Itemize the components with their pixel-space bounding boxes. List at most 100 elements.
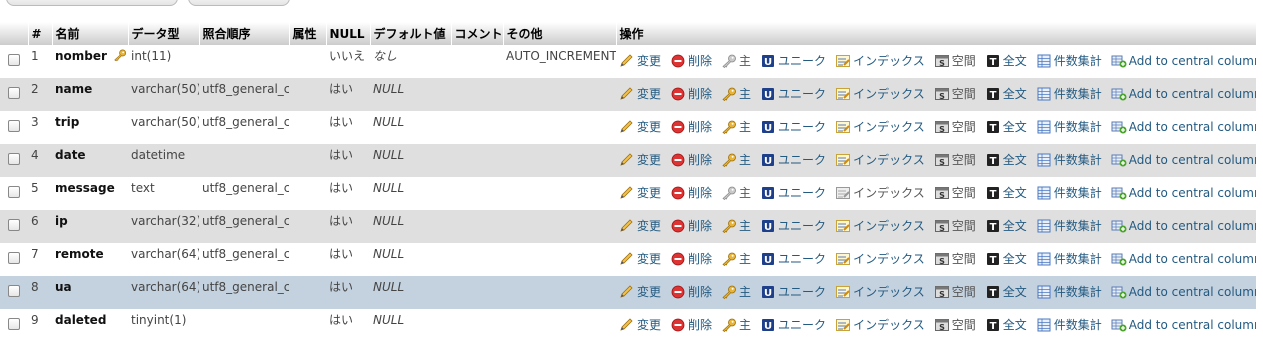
unique-button[interactable]: U ユニーク [760,283,826,300]
change-button[interactable]: 変更 [619,250,661,267]
drop-button[interactable]: 削除 [670,85,712,102]
distinct-values-button[interactable]: 件数集計 [1036,118,1102,135]
change-button[interactable]: 変更 [619,217,661,234]
fulltext-button[interactable]: T 全文 [985,85,1027,102]
drop-button[interactable]: 削除 [670,151,712,168]
distinct-values-button[interactable]: 件数集計 [1036,316,1102,333]
primary-button[interactable]: 主 [721,52,751,69]
spatial-button[interactable]: S 空間 [934,283,976,300]
spatial-button[interactable]: S 空間 [934,316,976,333]
row-checkbox[interactable] [8,285,20,297]
spatial-button[interactable]: S 空間 [934,217,976,234]
row-checkbox[interactable] [8,120,20,132]
primary-button-label: 主 [739,219,752,233]
change-button[interactable]: 変更 [619,85,661,102]
distinct-values-button[interactable]: 件数集計 [1036,151,1102,168]
drop-button[interactable]: 削除 [670,316,712,333]
primary-button[interactable]: 主 [721,184,751,201]
spatial-button[interactable]: S 空間 [934,118,976,135]
index-button[interactable]: インデックス [835,316,925,333]
drop-button[interactable]: 削除 [670,52,712,69]
distinct-values-button[interactable]: 件数集計 [1036,217,1102,234]
change-button[interactable]: 変更 [619,151,661,168]
fulltext-button[interactable]: T 全文 [985,184,1027,201]
primary-button[interactable]: 主 [721,316,751,333]
primary-button[interactable]: 主 [721,283,751,300]
index-button[interactable]: インデックス [835,217,925,234]
row-checkbox[interactable] [8,153,20,165]
fulltext-button[interactable]: T 全文 [985,217,1027,234]
spatial-button[interactable]: S 空間 [934,250,976,267]
add-to-central-columns-button[interactable]: Add to central columns [1111,318,1256,332]
index-button[interactable]: インデックス [835,283,925,300]
add-to-central-columns-button[interactable]: Add to central columns [1111,54,1256,68]
drop-button[interactable]: 削除 [670,250,712,267]
row-checkbox[interactable] [8,252,20,264]
index-button[interactable]: インデックス [835,151,925,168]
unique-button[interactable]: U ユニーク [760,316,826,333]
distinct-values-button[interactable]: 件数集計 [1036,250,1102,267]
spatial-button[interactable]: S 空間 [934,184,976,201]
primary-button[interactable]: 主 [721,85,751,102]
add-to-central-columns-button[interactable]: Add to central columns [1111,153,1256,167]
index-button[interactable]: インデックス [835,118,925,135]
primary-button[interactable]: 主 [721,217,751,234]
unique-button[interactable]: U ユニーク [760,85,826,102]
add-to-central-columns-button[interactable]: Add to central columns [1111,87,1256,101]
fulltext-button[interactable]: T 全文 [985,283,1027,300]
change-button[interactable]: 変更 [619,283,661,300]
add-to-central-columns-button[interactable]: Add to central columns [1111,285,1256,299]
unique-button[interactable]: U ユニーク [760,52,826,69]
spatial-button[interactable]: S 空間 [934,52,976,69]
row-actions-cell: 変更 削除 主 U ユニーク インデックス S 空間 T 全文 件数集計 Add to central… [616,243,1256,276]
spatial-button-label: 空間 [951,153,976,167]
primary-button[interactable]: 主 [721,250,751,267]
column-collation: utf8_general_ci [202,246,289,261]
change-button[interactable]: 変更 [619,52,661,69]
row-checkbox[interactable] [8,54,20,66]
distinct-values-button[interactable]: 件数集計 [1036,85,1102,102]
spatial-button[interactable]: S 空間 [934,151,976,168]
distinct-values-button[interactable]: 件数集計 [1036,52,1102,69]
primary-button[interactable]: 主 [721,118,751,135]
index-button[interactable]: インデックス [835,250,925,267]
unique-button[interactable]: U ユニーク [760,118,826,135]
top-button-right[interactable] [188,0,290,6]
unique-button[interactable]: U ユニーク [760,217,826,234]
change-button[interactable]: 変更 [619,184,661,201]
index-button[interactable]: インデックス [835,85,925,102]
add-to-central-columns-button[interactable]: Add to central columns [1111,219,1256,233]
spatial-button[interactable]: S 空間 [934,85,976,102]
index-button[interactable]: インデックス [835,184,925,201]
fulltext-button[interactable]: T 全文 [985,52,1027,69]
distinct-values-button[interactable]: 件数集計 [1036,184,1102,201]
distinct-values-button[interactable]: 件数集計 [1036,283,1102,300]
row-checkbox[interactable] [8,318,20,330]
header-name[interactable]: 名前 [52,22,129,45]
fulltext-button[interactable]: T 全文 [985,118,1027,135]
add-to-central-columns-button[interactable]: Add to central columns [1111,120,1256,134]
change-button[interactable]: 変更 [619,118,661,135]
unique-button[interactable]: U ユニーク [760,184,826,201]
index-button[interactable]: インデックス [835,52,925,69]
drop-button[interactable]: 削除 [670,283,712,300]
add-to-central-columns-button[interactable]: Add to central columns [1111,252,1256,266]
unique-button[interactable]: U ユニーク [760,250,826,267]
primary-button[interactable]: 主 [721,151,751,168]
top-button-left[interactable] [6,0,178,6]
drop-button[interactable]: 削除 [670,118,712,135]
fulltext-button[interactable]: T 全文 [985,316,1027,333]
drop-button[interactable]: 削除 [670,217,712,234]
change-button[interactable]: 変更 [619,316,661,333]
add-to-central-columns-button[interactable]: Add to central columns [1111,186,1256,200]
fulltext-button[interactable]: T 全文 [985,151,1027,168]
pencil-icon [619,185,637,200]
row-checkbox[interactable] [8,87,20,99]
row-checkbox[interactable] [8,219,20,231]
row-checkbox[interactable] [8,186,20,198]
drop-icon [670,252,688,266]
fulltext-button[interactable]: T 全文 [985,250,1027,267]
drop-icon [670,285,688,299]
unique-button[interactable]: U ユニーク [760,151,826,168]
drop-button[interactable]: 削除 [670,184,712,201]
